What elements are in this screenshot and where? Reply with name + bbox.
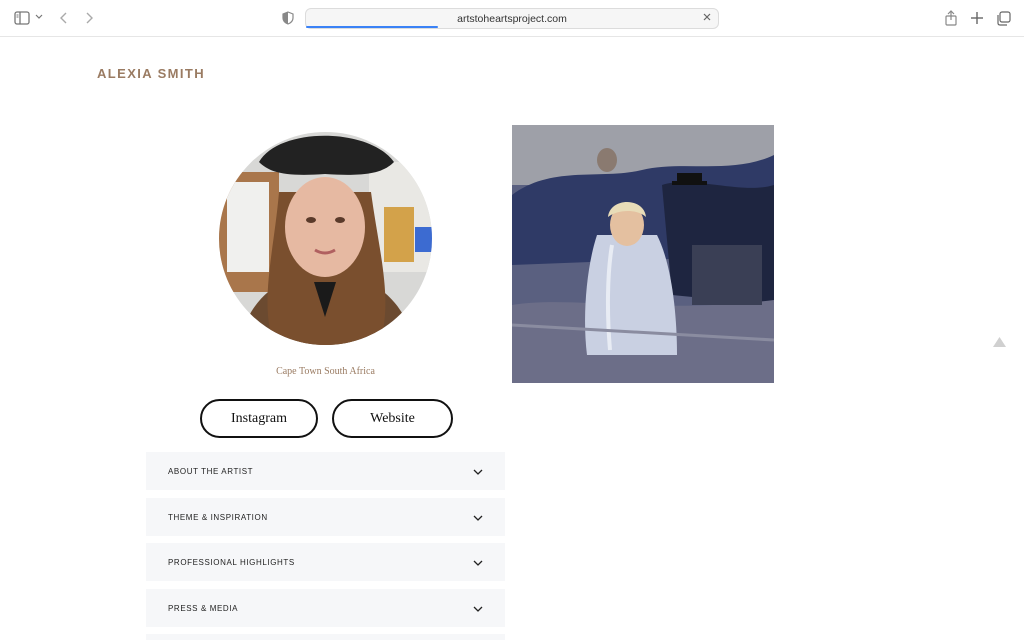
page-load-progress (306, 26, 438, 28)
chevron-right-icon[interactable] (84, 11, 94, 25)
accordion-label: ABOUT THE ARTIST (168, 466, 254, 476)
chevron-down-icon (473, 553, 483, 571)
accordion-press-media[interactable]: PRESS & MEDIA (146, 589, 505, 627)
website-button[interactable]: Website (332, 399, 453, 438)
scroll-to-top-button[interactable] (993, 334, 1006, 352)
chevron-down-icon (473, 462, 483, 480)
chevron-down-icon (473, 599, 483, 617)
artist-portrait (219, 132, 432, 345)
instagram-button-label: Instagram (231, 410, 287, 426)
accordion-about-the-artist[interactable]: ABOUT THE ARTIST (146, 452, 505, 490)
accordion-professional-highlights[interactable]: PROFESSIONAL HIGHLIGHTS (146, 543, 505, 581)
browser-toolbar: artstoheartsproject.com (0, 0, 1024, 37)
tabs-overview-icon[interactable] (996, 11, 1011, 26)
sidebar-icon[interactable] (14, 11, 30, 25)
shield-half-icon[interactable] (282, 11, 294, 25)
chevron-down-icon[interactable] (35, 14, 43, 20)
accordion-label: PROFESSIONAL HIGHLIGHTS (168, 557, 295, 567)
artwork-painting[interactable] (512, 125, 774, 383)
accordion-label: PRESS & MEDIA (168, 603, 239, 613)
instagram-button[interactable]: Instagram (200, 399, 318, 438)
share-icon[interactable] (944, 10, 958, 26)
chevron-down-icon (473, 508, 483, 526)
close-icon[interactable] (702, 12, 712, 25)
triangle-up-icon (993, 337, 1006, 347)
chevron-left-icon[interactable] (59, 11, 69, 25)
url-text: artstoheartsproject.com (457, 12, 567, 25)
accordion-label: THEME & INSPIRATION (168, 512, 268, 522)
plus-icon[interactable] (970, 11, 984, 25)
site-title[interactable]: ALEXIA SMITH (97, 66, 205, 81)
accordion-theme-inspiration[interactable]: THEME & INSPIRATION (146, 498, 505, 536)
website-button-label: Website (370, 410, 415, 426)
accordion-next-item[interactable] (146, 634, 505, 640)
artist-location: Cape Town South Africa (276, 366, 375, 377)
